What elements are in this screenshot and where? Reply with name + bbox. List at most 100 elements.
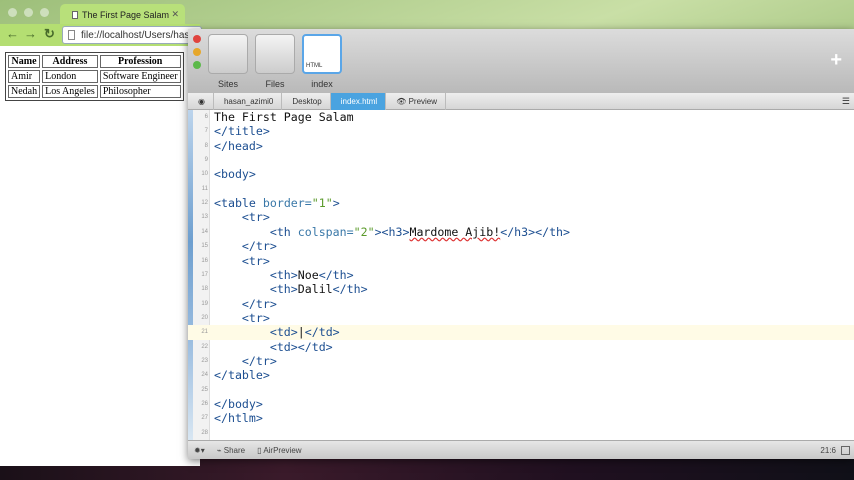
line-number: 9 xyxy=(204,157,208,164)
code-token: <td> xyxy=(214,325,298,340)
code-token: colspan= xyxy=(297,224,354,239)
code-token: <table xyxy=(214,196,263,211)
code-text: The First Page Salam xyxy=(214,110,354,124)
gear-icon[interactable]: ✹▾ xyxy=(194,446,205,455)
code-line[interactable]: 28 xyxy=(188,426,854,440)
editor-window: Sites Files HTML index + ◉ hasan_azimi0 … xyxy=(188,29,854,459)
code-line[interactable]: 9 xyxy=(188,153,854,167)
browser-tab[interactable]: The First Page Salam ✕ xyxy=(60,4,185,24)
code-text: </body> xyxy=(214,397,263,411)
code-text: <td></td> xyxy=(214,340,333,354)
code-line[interactable]: 7 </title> xyxy=(188,124,854,138)
code-line[interactable]: 10 <body> xyxy=(188,167,854,181)
code-line[interactable]: 19 </tr> xyxy=(188,297,854,311)
menu-icon[interactable]: ☰ xyxy=(842,96,850,107)
code-token: </tr> xyxy=(214,239,277,254)
preview-button[interactable]: 👁 Preview xyxy=(386,92,447,110)
code-token: <tr> xyxy=(214,310,270,325)
code-token: <body> xyxy=(214,167,256,182)
code-token: <th xyxy=(214,224,298,239)
sites-tile[interactable] xyxy=(208,34,248,74)
files-tile[interactable] xyxy=(255,34,295,74)
minimize-icon[interactable] xyxy=(193,48,201,56)
breadcrumb: ◉ hasan_azimi0 Desktop index.html 👁 Prev… xyxy=(188,92,854,110)
code-line[interactable]: 23 </tr> xyxy=(188,354,854,368)
table-cell: Software Engineer xyxy=(99,70,181,83)
line-number: 6 xyxy=(204,114,208,120)
sidebar-toggle-icon[interactable] xyxy=(841,445,850,455)
status-bar: ✹▾ ⌁ Share ▯ AirPreview 21:6 xyxy=(188,440,854,459)
forward-icon[interactable]: → xyxy=(24,26,37,41)
code-token: > xyxy=(332,196,340,211)
code-text: <table border="1"> xyxy=(214,196,340,210)
code-line[interactable]: 14 <th colspan="2"><h3>Mardome Ajib!</h3… xyxy=(188,225,854,239)
table-row: Amir London Software Engineer xyxy=(8,70,181,83)
close-icon[interactable] xyxy=(193,35,201,43)
breadcrumb-item[interactable]: Desktop xyxy=(282,92,331,110)
code-token: ><h3> xyxy=(374,224,410,239)
code-token: <td></td> xyxy=(214,339,333,354)
code-line[interactable]: 27 </htlm> xyxy=(188,411,854,425)
breadcrumb-item[interactable]: hasan_azimi0 xyxy=(214,92,283,110)
table-cell: Los Angeles xyxy=(42,85,98,98)
line-number: 18 xyxy=(201,286,208,293)
airpreview-label: AirPreview xyxy=(263,445,302,455)
line-number: 20 xyxy=(201,314,208,321)
code-line[interactable]: 11 xyxy=(188,182,854,196)
code-line[interactable]: 8 </head> xyxy=(188,139,854,153)
code-line[interactable]: 16 <tr> xyxy=(188,254,854,268)
address-bar[interactable]: file://localhost/Users/hasan_azimi0/Desk… xyxy=(62,26,202,44)
line-number: 17 xyxy=(201,271,208,278)
breadcrumb-item-active[interactable]: index.html xyxy=(330,92,387,110)
code-line[interactable]: 25 xyxy=(188,383,854,397)
code-line[interactable]: 24 </table> xyxy=(188,368,854,382)
code-token: </htlm> xyxy=(214,411,263,426)
window-controls[interactable] xyxy=(193,35,201,69)
code-token: Mardome Ajib! xyxy=(409,224,501,239)
code-line[interactable]: 15 </tr> xyxy=(188,239,854,253)
close-tab-icon[interactable]: ✕ xyxy=(171,9,179,20)
line-number: 22 xyxy=(201,343,208,350)
code-text: <th>Dalil</th> xyxy=(214,282,368,296)
code-text: </head> xyxy=(214,139,263,153)
add-icon[interactable]: + xyxy=(830,49,842,72)
preview-label: Preview xyxy=(408,96,438,106)
code-text: <td>|</td> xyxy=(214,325,340,339)
code-token: <tr> xyxy=(214,210,270,225)
zoom-icon[interactable] xyxy=(193,61,201,69)
page-icon xyxy=(72,11,78,19)
reload-icon[interactable]: ↻ xyxy=(44,26,55,42)
code-line[interactable]: 17 <th>Noe</th> xyxy=(188,268,854,282)
code-line[interactable]: 26 </body> xyxy=(188,397,854,411)
code-text: <th colspan="2"><h3>Mardome Ajib!</h3></… xyxy=(214,225,570,239)
settings-icon[interactable]: ◉ xyxy=(188,92,214,110)
back-icon[interactable]: ← xyxy=(6,26,19,41)
code-text: </title> xyxy=(214,124,270,138)
index-tile[interactable]: HTML xyxy=(302,34,342,74)
code-token: </th> xyxy=(332,282,368,297)
code-token: "1" xyxy=(311,196,333,211)
code-line[interactable]: 21 <td>|</td> xyxy=(188,325,854,340)
line-number: 26 xyxy=(201,401,208,407)
code-line[interactable]: 6 The First Page Salam xyxy=(188,110,854,124)
code-text: <tr> xyxy=(214,210,270,224)
code-line[interactable]: 20 <tr> xyxy=(188,311,854,325)
code-text: </tr> xyxy=(214,354,277,368)
share-icon: ⌁ xyxy=(216,445,224,455)
code-token: </tr> xyxy=(214,296,277,311)
window-controls[interactable] xyxy=(8,8,49,17)
code-text: </htlm> xyxy=(214,411,263,425)
code-line[interactable]: 22 <td></td> xyxy=(188,340,854,354)
browser-tab-bar: The First Page Salam ✕ xyxy=(0,0,200,24)
code-line[interactable]: 13 <tr> xyxy=(188,210,854,224)
airpreview-button[interactable]: ▯ AirPreview xyxy=(257,446,301,455)
code-line[interactable]: 18 <th>Dalil</th> xyxy=(188,282,854,296)
url-text: file://localhost/Users/hasan_azimi0/Desk… xyxy=(81,30,201,41)
share-button[interactable]: ⌁ Share xyxy=(217,446,245,455)
table-row: Nedah Los Angeles Philosopher xyxy=(8,85,181,98)
code-editor[interactable]: 6 The First Page Salam 7 </title> 8 </head> 9 1… xyxy=(188,110,854,440)
line-number: 13 xyxy=(201,214,208,221)
code-token: Dalil xyxy=(297,282,333,297)
code-token: <th> xyxy=(214,282,298,297)
code-line[interactable]: 12 <table border="1"> xyxy=(188,196,854,210)
